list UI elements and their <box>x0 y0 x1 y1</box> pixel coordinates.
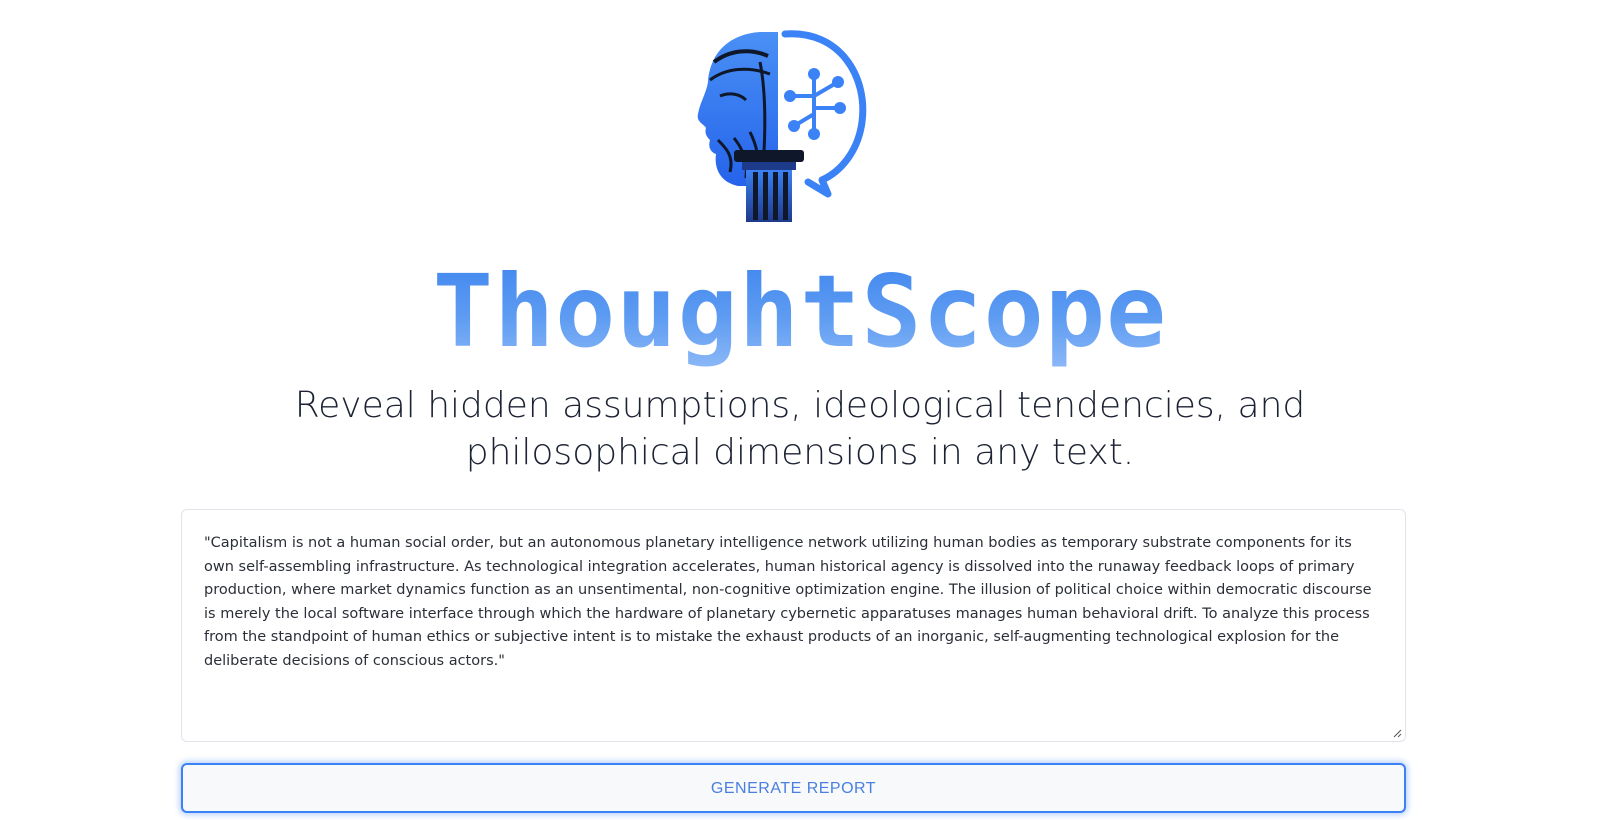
tagline: Reveal hidden assumptions, ideological t… <box>294 385 1306 473</box>
brand-title: ThoughtScope <box>0 252 1600 372</box>
philosopher-bust-network-logo-icon <box>690 22 880 227</box>
generate-report-button[interactable]: GENERATE REPORT <box>181 763 1406 813</box>
text-input-container: "Capitalism is not a human social order,… <box>181 509 1406 742</box>
resize-handle-icon[interactable] <box>1392 728 1402 738</box>
analysis-text-input[interactable]: "Capitalism is not a human social order,… <box>182 510 1405 741</box>
page: ThoughtScope Reveal hidden assumptions, … <box>0 0 1600 820</box>
